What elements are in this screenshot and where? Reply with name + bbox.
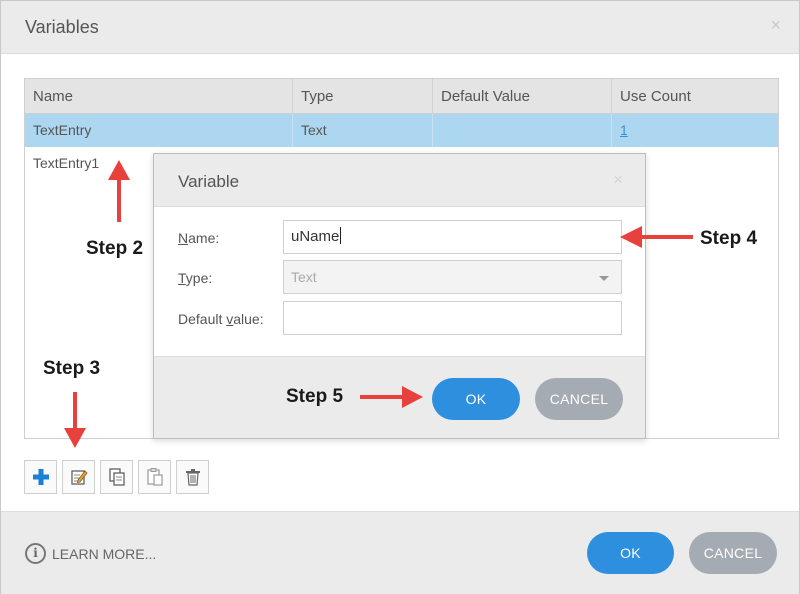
- type-select-value: Text: [291, 269, 317, 285]
- delete-variable-button[interactable]: [176, 460, 209, 494]
- default-value-label-suffix: alue:: [233, 311, 264, 327]
- close-icon[interactable]: ×: [770, 15, 781, 36]
- edit-variable-button[interactable]: [62, 460, 95, 494]
- name-input-value: uName: [291, 228, 340, 245]
- add-icon: [32, 469, 49, 485]
- use-count-link[interactable]: 1: [620, 122, 628, 138]
- type-label: Type:: [178, 270, 212, 286]
- cell-type: Text: [292, 114, 432, 147]
- table-header: Name Type Default Value Use Count: [25, 79, 778, 114]
- paste-icon: [146, 468, 163, 486]
- name-input[interactable]: uName: [283, 220, 622, 254]
- type-select[interactable]: Text: [283, 260, 622, 294]
- name-label-text: ame:: [188, 230, 220, 246]
- cancel-button[interactable]: CANCEL: [689, 532, 777, 574]
- delete-icon: [185, 469, 200, 486]
- step-5-label: Step 5: [286, 386, 344, 407]
- default-value-label: Default value:: [178, 311, 264, 327]
- step-3-label: Step 3: [43, 358, 101, 379]
- type-label-accesskey: T: [178, 270, 186, 286]
- column-header-use-count[interactable]: Use Count: [611, 79, 778, 114]
- add-variable-button[interactable]: [24, 460, 57, 494]
- default-value-label-text: Default: [178, 311, 227, 327]
- cell-default-value: [432, 114, 611, 147]
- column-header-type[interactable]: Type: [292, 79, 432, 114]
- variable-dialog: Variable × Name: uName Type: Text Defaul…: [153, 153, 646, 439]
- variables-dialog-footer: i LEARN MORE... OK CANCEL: [1, 511, 799, 594]
- cell-use-count: 1: [611, 114, 778, 147]
- copy-icon: [108, 468, 125, 486]
- text-cursor: [340, 227, 342, 244]
- info-icon: i: [25, 543, 46, 564]
- variable-dialog-header: Variable ×: [154, 154, 645, 207]
- variables-dialog-title: Variables: [25, 17, 99, 37]
- variable-dialog-title: Variable: [178, 172, 240, 191]
- chevron-down-icon: [599, 276, 609, 281]
- variables-dialog-header: Variables ×: [1, 1, 799, 54]
- name-label-accesskey: N: [178, 230, 189, 246]
- type-label-text: ype:: [185, 270, 213, 286]
- name-label: Name:: [178, 230, 219, 246]
- learn-more-label: LEARN MORE...: [52, 545, 157, 562]
- learn-more-link[interactable]: i LEARN MORE...: [25, 543, 156, 564]
- default-value-input[interactable]: [283, 301, 622, 335]
- column-header-default-value[interactable]: Default Value: [432, 79, 611, 114]
- cell-name: TextEntry: [33, 122, 92, 138]
- ok-button[interactable]: OK: [587, 532, 674, 574]
- edit-icon: [70, 470, 88, 485]
- variable-cancel-button[interactable]: CANCEL: [535, 378, 623, 420]
- close-icon[interactable]: ×: [613, 170, 623, 190]
- variable-ok-button[interactable]: OK: [432, 378, 520, 420]
- paste-variable-button[interactable]: [138, 460, 171, 494]
- step-4-label: Step 4: [700, 228, 758, 249]
- table-row[interactable]: TextEntry Text 1: [25, 114, 778, 147]
- copy-variable-button[interactable]: [100, 460, 133, 494]
- step-2-label: Step 2: [86, 238, 144, 259]
- column-header-name[interactable]: Name: [25, 79, 292, 114]
- variable-dialog-footer: OK CANCEL: [154, 356, 645, 438]
